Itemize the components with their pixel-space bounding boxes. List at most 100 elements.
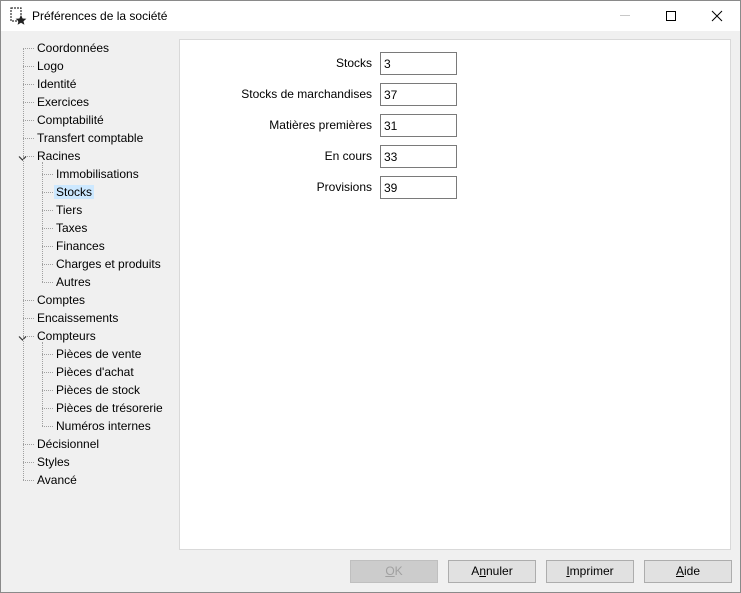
tree-item-label: Pièces de stock bbox=[56, 383, 141, 397]
tree-item-label: Immobilisations bbox=[56, 167, 139, 181]
tree-item-autres[interactable]: Autres bbox=[54, 273, 93, 291]
tree-connector bbox=[23, 66, 34, 67]
tree-item-label: Décisionnel bbox=[37, 437, 100, 451]
tree-item-logo[interactable]: Logo bbox=[35, 57, 66, 75]
tree-item-label: Coordonnées bbox=[37, 41, 110, 55]
minimize-button[interactable] bbox=[602, 1, 648, 31]
tree-connector bbox=[42, 192, 53, 193]
field-row-stocks-de-marchandises: Stocks de marchandises bbox=[180, 83, 732, 106]
tree-item-label: Numéros internes bbox=[56, 419, 151, 433]
tree-connector bbox=[42, 210, 53, 211]
tree-connector bbox=[23, 120, 34, 121]
tree-item-label: Pièces de vente bbox=[56, 347, 142, 361]
tree-item-pieces-de-tresorerie[interactable]: Pièces de trésorerie bbox=[54, 399, 165, 417]
tree-item-stocks[interactable]: Stocks bbox=[54, 183, 95, 201]
tree-item-numeros-internes[interactable]: Numéros internes bbox=[54, 417, 153, 435]
minimize-icon bbox=[620, 15, 630, 16]
tree-item-exercices[interactable]: Exercices bbox=[35, 93, 91, 111]
tree-item-label: Encaissements bbox=[37, 311, 119, 325]
print-button[interactable]: Imprimer bbox=[546, 560, 634, 583]
tree-connector bbox=[42, 390, 53, 391]
matieres-premieres-input[interactable] bbox=[380, 114, 457, 137]
tree-connector bbox=[23, 462, 34, 463]
tree-connector bbox=[42, 246, 53, 247]
tree-item-label: Logo bbox=[37, 59, 64, 73]
tree-connector bbox=[23, 84, 34, 85]
tree-connector bbox=[23, 318, 34, 319]
field-label: Matières premières bbox=[269, 118, 372, 132]
tree-connector bbox=[42, 282, 53, 283]
field-label: Stocks bbox=[335, 56, 372, 70]
tree-connector bbox=[42, 372, 53, 373]
tree-connector bbox=[23, 480, 34, 481]
tree-connector bbox=[42, 426, 53, 427]
field-row-en-cours: En cours bbox=[180, 145, 732, 168]
settings-panel: Stocks Stocks de marchandises Matières pre… bbox=[179, 39, 731, 550]
settings-tree[interactable]: Coordonnées Logo Identité Exercices Comptabi… bbox=[13, 39, 175, 549]
tree-item-comptabilite[interactable]: Comptabilité bbox=[35, 111, 106, 129]
tree-item-label: Identité bbox=[37, 77, 77, 91]
ok-button[interactable]: OK bbox=[350, 560, 438, 583]
tree-item-tiers[interactable]: Tiers bbox=[54, 201, 84, 219]
close-icon bbox=[711, 10, 723, 22]
tree-item-label: Finances bbox=[56, 239, 105, 253]
tree-item-finances[interactable]: Finances bbox=[54, 237, 107, 255]
field-row-matieres-premieres: Matières premières bbox=[180, 114, 732, 137]
tree-connector bbox=[42, 354, 53, 355]
stocks-de-marchandises-input[interactable] bbox=[380, 83, 457, 106]
tree-connector bbox=[42, 228, 53, 229]
provisions-input[interactable] bbox=[380, 176, 457, 199]
tree-item-avance[interactable]: Avancé bbox=[35, 471, 79, 489]
tree-item-label: Avancé bbox=[37, 473, 77, 487]
help-button[interactable]: Aide bbox=[644, 560, 732, 583]
close-button[interactable] bbox=[694, 1, 740, 31]
field-label: En cours bbox=[324, 149, 372, 163]
tree-item-immobilisations[interactable]: Immobilisations bbox=[54, 165, 141, 183]
tree-item-label: Pièces d'achat bbox=[56, 365, 134, 379]
en-cours-input[interactable] bbox=[380, 145, 457, 168]
tree-connector bbox=[42, 342, 43, 426]
tree-item-compteurs[interactable]: Compteurs bbox=[35, 327, 98, 345]
tree-connector bbox=[23, 48, 34, 49]
stocks-input[interactable] bbox=[380, 52, 457, 75]
field-label: Provisions bbox=[316, 180, 372, 194]
tree-item-decisionnel[interactable]: Décisionnel bbox=[35, 435, 101, 453]
tree-item-identite[interactable]: Identité bbox=[35, 75, 78, 93]
tree-item-label: Tiers bbox=[56, 203, 83, 217]
tree-item-label: Charges et produits bbox=[56, 257, 161, 271]
tree-item-label: Comptes bbox=[37, 293, 86, 307]
title-bar[interactable]: Préférences de la société bbox=[1, 1, 740, 31]
tree-item-label: Taxes bbox=[56, 221, 88, 235]
tree-item-charges-et-produits[interactable]: Charges et produits bbox=[54, 255, 163, 273]
maximize-button[interactable] bbox=[648, 1, 694, 31]
tree-connector bbox=[42, 408, 53, 409]
tree-item-pieces-de-stock[interactable]: Pièces de stock bbox=[54, 381, 142, 399]
cancel-button[interactable]: Annuler bbox=[448, 560, 536, 583]
field-row-provisions: Provisions bbox=[180, 176, 732, 199]
tree-connector bbox=[23, 138, 34, 139]
tree-connector bbox=[42, 162, 43, 282]
tree-item-label: Exercices bbox=[37, 95, 90, 109]
tree-item-styles[interactable]: Styles bbox=[35, 453, 72, 471]
tree-item-encaissements[interactable]: Encaissements bbox=[35, 309, 120, 327]
tree-item-pieces-d-achat[interactable]: Pièces d'achat bbox=[54, 363, 136, 381]
tree-item-label: Compteurs bbox=[37, 329, 96, 343]
tree-connector bbox=[23, 102, 34, 103]
tree-item-label: Pièces de trésorerie bbox=[56, 401, 163, 415]
tree-item-transfert-comptable[interactable]: Transfert comptable bbox=[35, 129, 145, 147]
tree-connector bbox=[42, 174, 53, 175]
tree-item-comptes[interactable]: Comptes bbox=[35, 291, 87, 309]
tree-item-pieces-de-vente[interactable]: Pièces de vente bbox=[54, 345, 143, 363]
tree-item-taxes[interactable]: Taxes bbox=[54, 219, 89, 237]
tree-item-coordonnees[interactable]: Coordonnées bbox=[35, 39, 111, 57]
tree-item-label: Styles bbox=[37, 455, 70, 469]
preferences-dialog: Préférences de la société Coordonnées Log… bbox=[0, 0, 741, 593]
tree-item-label: Stocks bbox=[54, 185, 95, 199]
tree-connector bbox=[23, 444, 34, 445]
tree-item-label: Comptabilité bbox=[37, 113, 104, 127]
company-settings-icon bbox=[10, 7, 28, 25]
field-label: Stocks de marchandises bbox=[241, 87, 372, 101]
window-title: Préférences de la société bbox=[32, 9, 168, 23]
tree-connector bbox=[23, 48, 24, 480]
tree-item-label: Racines bbox=[37, 149, 81, 163]
